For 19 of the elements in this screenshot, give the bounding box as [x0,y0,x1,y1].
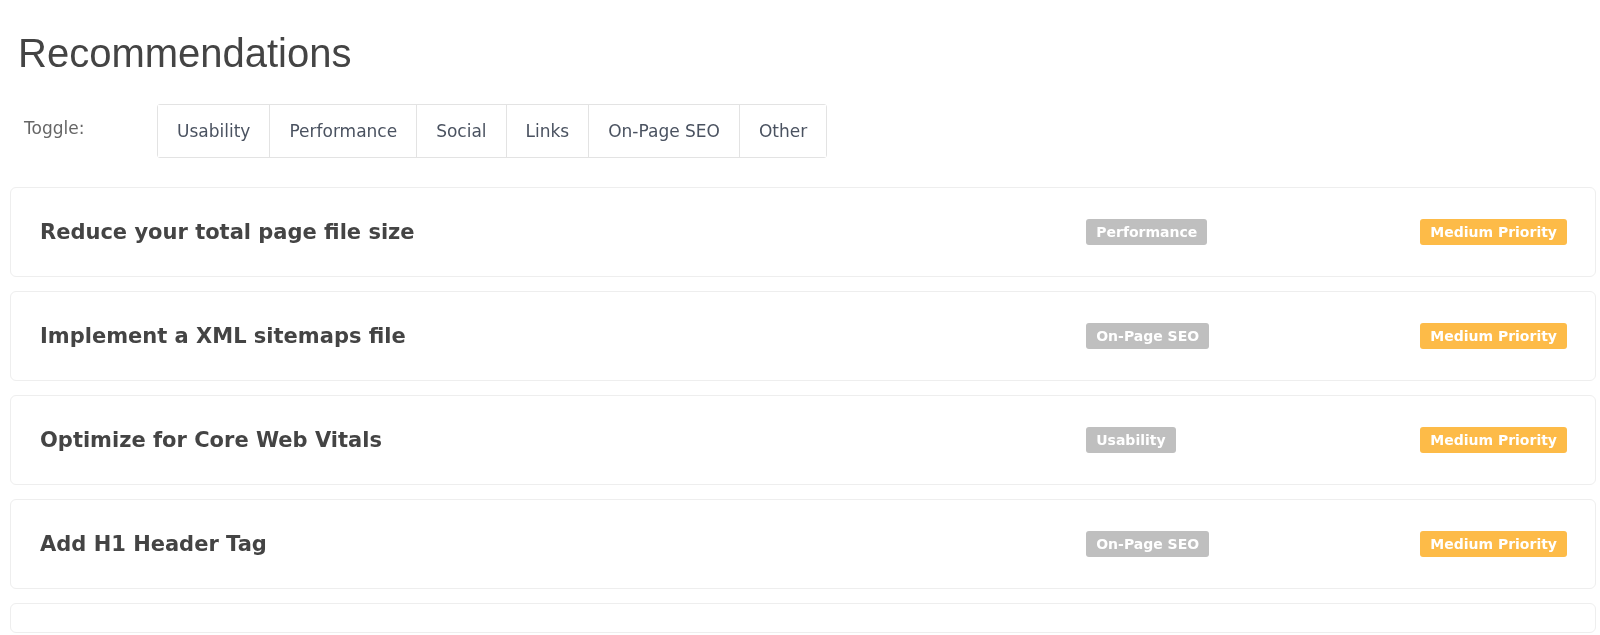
priority-badge: Medium Priority [1420,323,1567,349]
recommendation-title: Add H1 Header Tag [40,532,268,556]
recommendation-card[interactable]: Optimize for Core Web Vitals Usability Medium Priority [10,395,1596,485]
priority-badge: Medium Priority [1420,531,1567,557]
toggle-label: Toggle: [23,117,86,138]
category-badge: On-Page SEO [1086,323,1210,349]
priority-badge: Medium Priority [1420,219,1567,245]
category-badge: Usability [1086,427,1176,453]
recommendation-title: Optimize for Core Web Vitals [40,428,383,452]
recommendation-card[interactable]: Implement a XML sitemaps file On-Page SEO Medium Priority [10,291,1596,381]
recommendation-title: Implement a XML sitemaps file [40,324,407,348]
page-title: Recommendations [17,30,353,76]
recommendation-title: Reduce your total page file size [40,220,416,244]
priority-badge: Medium Priority [1420,427,1567,453]
recommendation-card[interactable]: Add H1 Header Tag On-Page SEO Medium Priority [10,499,1596,589]
recommendation-card[interactable]: Reduce your total page file size Performance Medium Priority [10,187,1596,277]
category-badge: On-Page SEO [1086,531,1210,557]
category-badge: Performance [1086,219,1208,245]
filter-toggle-button[interactable]: Usability [158,105,271,157]
